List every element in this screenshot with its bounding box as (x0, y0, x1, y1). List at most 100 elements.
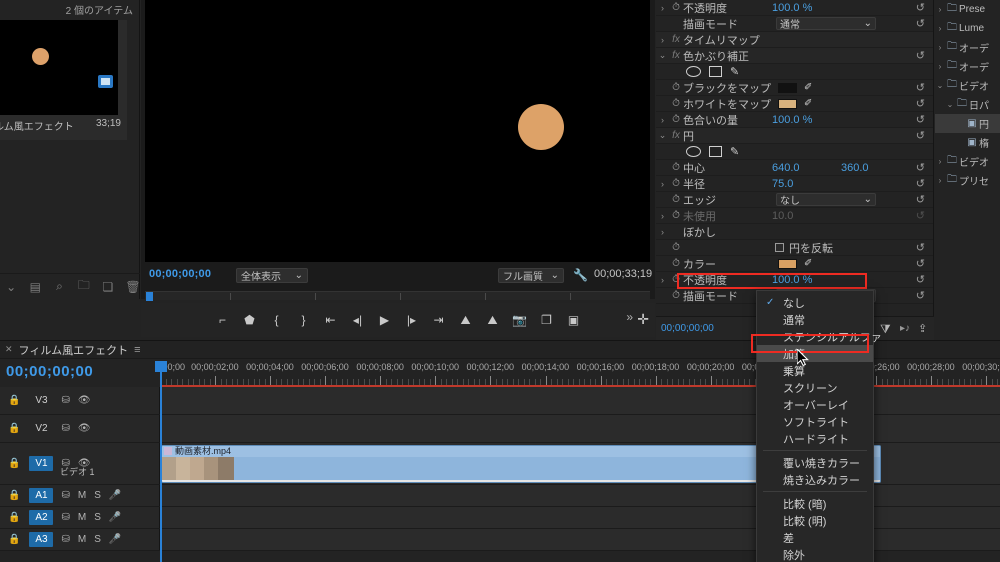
menu-item[interactable]: 覆い焼きカラー (757, 454, 873, 471)
play-stop-icon[interactable]: ▶ (371, 309, 398, 331)
target-track-icon[interactable]: ⛁ (61, 490, 69, 501)
track-name[interactable]: V1 (29, 456, 54, 471)
reset-icon[interactable]: ↺ (916, 1, 925, 14)
pen-mask-icon[interactable]: ✎ (730, 65, 739, 78)
eyedropper-icon[interactable]: ✐ (804, 98, 812, 109)
reset-icon[interactable]: ↺ (916, 209, 925, 222)
monitor-zoom-select[interactable]: 全体表示 ⌄ (236, 268, 308, 283)
timeline-ruler[interactable]: ;00;00 00;00;02;00 00;00;04;00 00;00;06;00 0… (160, 361, 1000, 387)
mark-in-icon[interactable]: ⌐ (209, 309, 236, 331)
track-eye-icon[interactable]: 👁 (78, 423, 91, 434)
go-to-next-edit-icon[interactable]: ⇥ (425, 309, 452, 331)
reset-icon[interactable]: ↺ (916, 129, 925, 142)
effect-property-row[interactable]: › ⏱ 未使用 10.0 ↺ (656, 208, 933, 224)
step-back-icon[interactable]: ◂| (344, 309, 371, 331)
new-item-icon[interactable]: ❏ (102, 280, 114, 294)
shape-tools-row[interactable]: ✎ (656, 144, 933, 160)
effect-property-row[interactable]: ⏱ カラー ✐ ↺ (656, 256, 933, 272)
track-lane[interactable]: 動画素材.mp4 (160, 443, 1000, 484)
track-header-V2[interactable]: 🔒 V2 ⛁ 👁 (0, 415, 160, 442)
track-header-V1[interactable]: 🔒 V1 ⛁ 👁 ビデオ 1 (0, 443, 160, 484)
twirl-icon[interactable]: › (656, 35, 669, 45)
property-value[interactable]: 100.0 % (772, 114, 812, 126)
menu-item[interactable]: オーバーレイ (757, 396, 873, 413)
effect-property-row[interactable]: ⌄ fx 色かぶり補正 ↺ (656, 48, 933, 64)
solo-icon[interactable]: S (94, 512, 101, 523)
twirl-icon[interactable]: › (656, 179, 669, 189)
safe-margins-icon[interactable]: ▣ (560, 309, 587, 331)
effects-tree-item[interactable]: › 🗀 ビデオ (935, 152, 1000, 171)
effect-property-row[interactable]: › ⏱ 半径 75.0 ↺ (656, 176, 933, 192)
reset-icon[interactable]: ↺ (916, 241, 925, 254)
checkbox[interactable] (775, 243, 784, 252)
lock-icon[interactable]: 🔒 (8, 395, 20, 406)
color-swatch[interactable] (778, 82, 797, 93)
extract-icon[interactable]: ⛰ (479, 309, 506, 331)
keyframe-nav-icon[interactable]: ▸♪ (900, 323, 910, 334)
property-value[interactable]: 100.0 % (772, 274, 812, 286)
reset-icon[interactable]: ↺ (916, 177, 925, 190)
monitor-current-timecode[interactable]: 00;00;00;00 (149, 268, 211, 280)
reset-icon[interactable]: ↺ (916, 289, 925, 302)
property-value[interactable]: 10.0 (772, 210, 793, 222)
shape-tools-row[interactable]: ✎ (656, 64, 933, 80)
stopwatch-icon[interactable]: ⏱ (669, 258, 683, 269)
property-value[interactable]: 100.0 % (772, 2, 812, 14)
menu-item[interactable]: 通常 (757, 311, 873, 328)
twirl-icon[interactable]: › (656, 211, 669, 221)
reset-icon[interactable]: ↺ (916, 161, 925, 174)
color-swatch[interactable] (778, 258, 797, 269)
twirl-icon[interactable]: › (935, 24, 945, 33)
menu-item[interactable]: 除外 (757, 546, 873, 562)
project-thumbnail-item[interactable]: ルム風エフェクト 33;19 (0, 20, 127, 140)
track-name[interactable]: V3 (29, 393, 53, 408)
eyedropper-icon[interactable]: ✐ (804, 82, 812, 93)
lock-icon[interactable]: 🔒 (8, 512, 20, 523)
step-forward-icon[interactable]: |▸ (398, 309, 425, 331)
rectangle-mask-icon[interactable] (709, 146, 722, 157)
voice-over-icon[interactable]: 🎤 (109, 534, 121, 545)
menu-item[interactable]: スクリーン (757, 379, 873, 396)
stopwatch-icon[interactable]: ⏱ (669, 274, 683, 285)
blending-mode-dropdown-menu[interactable]: ✓ なし 通常 ステンシルアルファ 加算 乗算 スクリーン オーバーレイ ソフトライト ハードライ… (756, 290, 882, 562)
reset-icon[interactable]: ↺ (916, 273, 925, 286)
effects-tree-item[interactable]: ▣ 円 (935, 114, 1000, 133)
menu-item[interactable]: 乗算 (757, 362, 873, 379)
reset-icon[interactable]: ↺ (916, 49, 925, 62)
effects-tree-item[interactable]: ▣ 楕 (935, 133, 1000, 152)
twirl-icon[interactable]: ⌄ (945, 100, 955, 109)
menu-item[interactable]: ✓ なし (757, 294, 873, 311)
target-track-icon[interactable]: ⛁ (61, 512, 69, 523)
ellipse-mask-icon[interactable] (686, 66, 701, 77)
new-bin-icon[interactable]: 🗀 (78, 278, 90, 294)
target-track-icon[interactable]: ⛁ (61, 395, 69, 406)
property-value[interactable]: 75.0 (772, 178, 793, 190)
track-name[interactable]: A1 (29, 488, 54, 503)
lock-icon[interactable]: 🔒 (8, 534, 20, 545)
twirl-icon[interactable]: ⌄ (935, 81, 945, 90)
monitor-quality-select[interactable]: フル画質 ⌄ (498, 268, 564, 283)
effect-property-row[interactable]: › fx タイムリマップ (656, 32, 933, 48)
monitor-playhead[interactable] (146, 292, 153, 301)
track-lane[interactable] (160, 415, 1000, 442)
button-editor-plus-icon[interactable]: ✛ (637, 311, 649, 328)
reset-icon[interactable]: ↺ (916, 257, 925, 270)
effect-property-row[interactable]: ⏱ 中心 640.0 360.0 ↺ (656, 160, 933, 176)
effect-property-row[interactable]: ⏱円を反転円を反転↺ (656, 240, 933, 256)
twirl-icon[interactable]: › (656, 227, 669, 237)
twirl-icon[interactable]: › (656, 275, 669, 285)
track-name[interactable]: A3 (29, 532, 54, 547)
stopwatch-icon[interactable]: ⏱ (669, 242, 683, 253)
property-value[interactable]: 640.0 (772, 162, 800, 174)
effect-property-row[interactable]: › ⏱ 不透明度 100.0 % ↺ (656, 0, 933, 16)
stopwatch-icon[interactable]: ⏱ (669, 290, 683, 301)
go-to-out-icon[interactable]: } (290, 309, 317, 331)
mute-icon[interactable]: M (78, 512, 86, 523)
timeline-playhead[interactable] (155, 361, 167, 562)
menu-item[interactable]: 焼き込みカラー (757, 471, 873, 488)
lock-icon[interactable]: 🔒 (8, 458, 20, 469)
property-select[interactable]: 通常 ⌄ (776, 17, 876, 31)
effects-tree-item[interactable]: › 🗀 プリセ (935, 171, 1000, 190)
lift-icon[interactable]: ⛰ (452, 309, 479, 331)
chevron-down-icon[interactable]: ⌄ (5, 280, 17, 294)
